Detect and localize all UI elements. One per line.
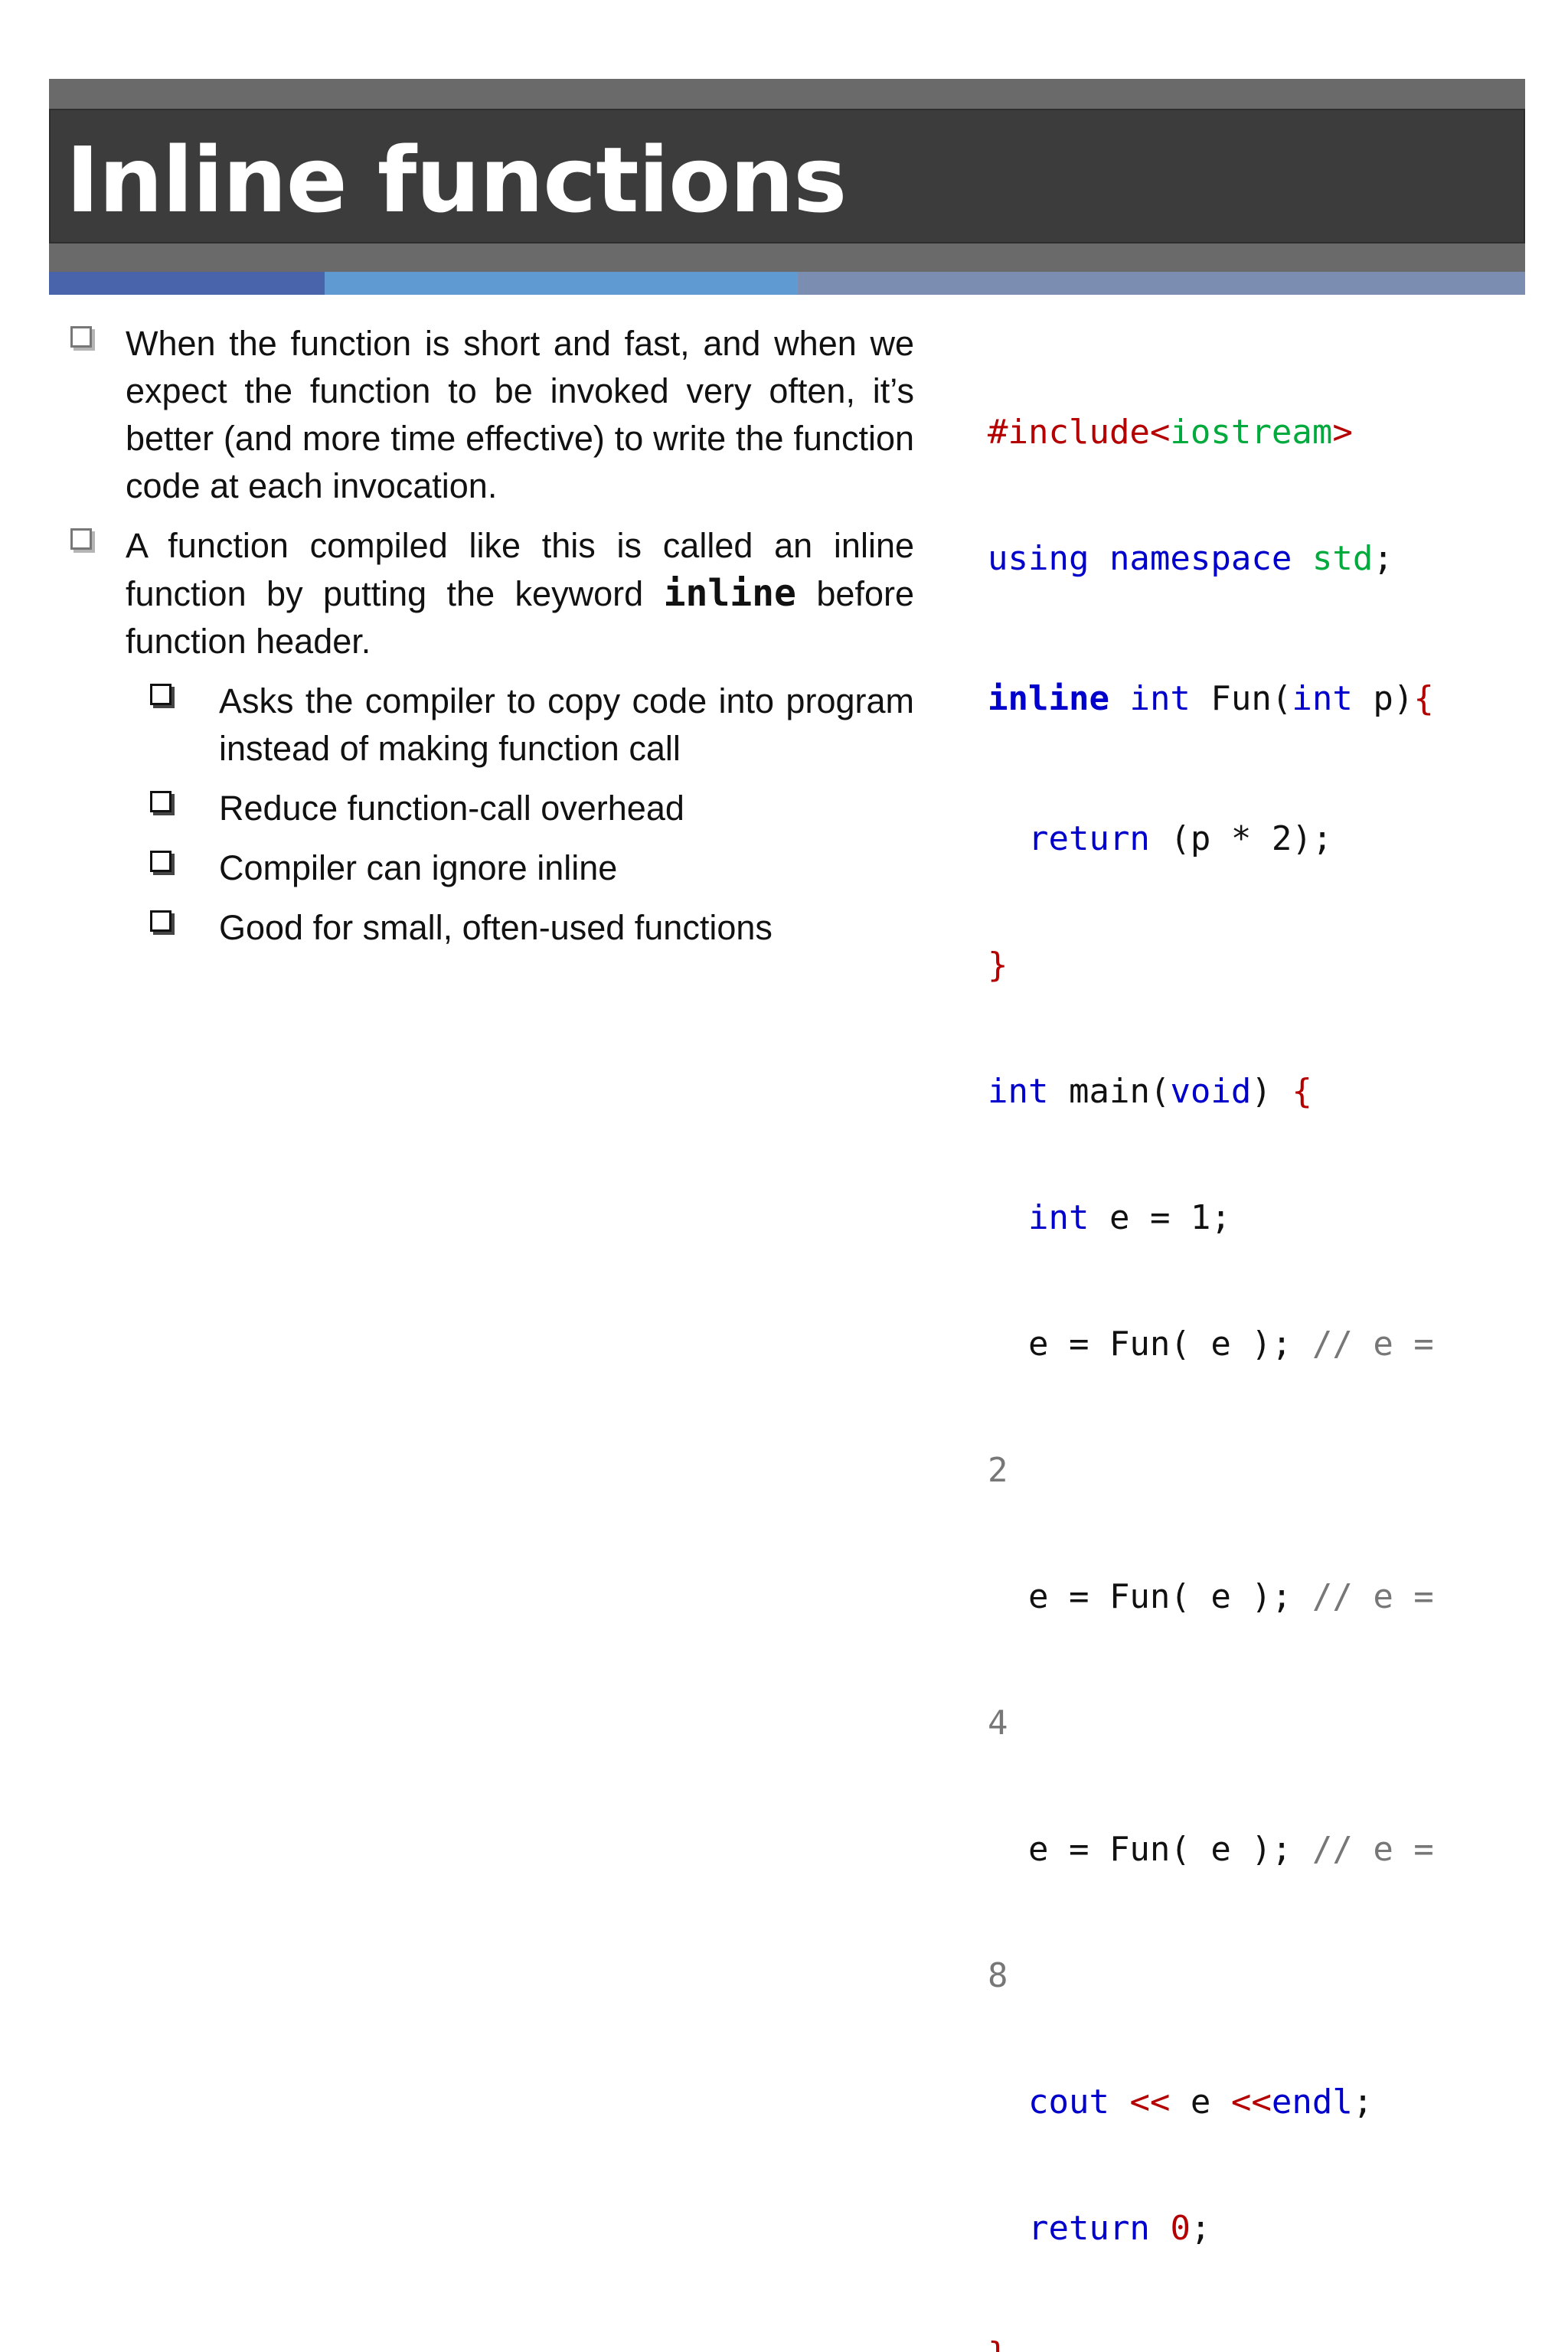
sub-bullet-item: Reduce function-call overhead	[147, 785, 914, 832]
checkbox-bullet-icon	[70, 326, 92, 348]
code-block: #include<iostream> using namespace std; …	[988, 327, 1539, 2352]
checkbox-bullet-icon	[150, 851, 172, 872]
sub-bullet-item: Asks the compiler to copy code into prog…	[147, 678, 914, 773]
code-keyword: int	[1292, 679, 1353, 718]
code-fun-name: Fun(	[1190, 679, 1292, 718]
accent-bar-right	[798, 272, 1525, 295]
code-semicolon: ;	[1373, 539, 1393, 578]
checkbox-bullet-icon	[150, 910, 172, 932]
code-line-include: #include<iostream>	[988, 411, 1539, 453]
code-brace: {	[1292, 1072, 1312, 1111]
code-line-using: using namespace std;	[988, 537, 1539, 580]
bullet-list: When the function is short and fast, and…	[67, 320, 914, 964]
accent-bar-left	[49, 272, 325, 295]
code-line-wrap: 4	[988, 1702, 1539, 1744]
code-brace: }	[988, 946, 1008, 985]
code-statement: e = Fun( e );	[988, 1577, 1312, 1616]
code-keyword: void	[1170, 1072, 1252, 1111]
code-param: p)	[1352, 679, 1414, 718]
code-paren: )	[1251, 1072, 1292, 1111]
slide-title: Inline functions	[66, 127, 847, 233]
code-line-return: return (p * 2);	[988, 818, 1539, 860]
code-keyword: using namespace	[988, 539, 1292, 578]
code-statement: e = Fun( e );	[988, 1830, 1312, 1869]
checkbox-bullet-icon	[70, 528, 92, 550]
code-keyword: int	[1027, 1198, 1089, 1237]
sub-bullet-item: Good for small, often-used functions	[147, 904, 914, 952]
sub-bullet-text: Good for small, often-used functions	[219, 908, 773, 947]
code-line-wrap: 2	[988, 1449, 1539, 1491]
code-keyword: return	[1027, 2209, 1150, 2248]
code-operator: <<	[1109, 2082, 1191, 2122]
inline-keyword: inline	[663, 572, 796, 615]
code-namespace: std	[1312, 539, 1374, 578]
code-angle: <	[1149, 413, 1171, 452]
code-brace: {	[1413, 679, 1434, 718]
code-keyword-inline: inline	[988, 679, 1109, 718]
code-line-return-main: return 0;	[988, 2207, 1539, 2249]
code-line-close: }	[988, 944, 1539, 986]
checkbox-bullet-icon	[150, 684, 172, 705]
code-brace: }	[988, 2335, 1008, 2352]
code-header: iostream	[1170, 413, 1333, 452]
code-line-cout: cout << e <<endl;	[988, 2081, 1539, 2123]
bullet-text: When the function is short and fast, and…	[126, 324, 914, 505]
code-line-call: e = Fun( e ); // e =	[988, 1576, 1539, 1618]
code-comment: // e =	[1312, 1830, 1434, 1869]
bullet-item: When the function is short and fast, and…	[67, 320, 914, 510]
code-keyword: cout	[1027, 2082, 1109, 2122]
code-comment: // e =	[1312, 1577, 1434, 1616]
checkbox-bullet-icon	[150, 791, 172, 812]
sub-bullet-text: Asks the compiler to copy code into prog…	[219, 681, 914, 768]
code-keyword: int	[1129, 679, 1191, 718]
code-line-call: e = Fun( e ); // e =	[988, 1828, 1539, 1870]
sub-bullet-text: Compiler can ignore inline	[219, 848, 618, 887]
code-keyword: endl	[1271, 2082, 1353, 2122]
sub-bullet-text: Reduce function-call overhead	[219, 789, 684, 828]
code-line-main: int main(void) {	[988, 1070, 1539, 1112]
code-keyword: return	[1027, 819, 1150, 858]
code-operator: <<	[1210, 2082, 1272, 2122]
code-variable: e	[1190, 2082, 1211, 2122]
accent-bar-middle	[325, 272, 798, 295]
code-line-fun-signature: inline int Fun(int p){	[988, 678, 1539, 720]
code-comment-wrap: 8	[988, 1956, 1008, 1995]
code-semicolon: ;	[1190, 2209, 1211, 2248]
code-semicolon: ;	[1352, 2082, 1374, 2122]
code-statement: e = Fun( e );	[988, 1325, 1312, 1364]
code-angle: >	[1332, 413, 1353, 452]
code-main-name: main(	[1048, 1072, 1171, 1111]
code-keyword: int	[988, 1072, 1049, 1111]
code-number: 0	[1170, 2209, 1191, 2248]
code-comment: // e =	[1312, 1325, 1434, 1364]
bullet-item: A function compiled like this is called …	[67, 522, 914, 665]
sub-bullet-item: Compiler can ignore inline	[147, 844, 914, 892]
code-line-wrap: 8	[988, 1955, 1539, 1997]
code-decl: e = 1;	[1089, 1198, 1231, 1237]
code-expr: (p * 2);	[1149, 819, 1333, 858]
code-line-call: e = Fun( e ); // e =	[988, 1323, 1539, 1365]
code-comment-wrap: 4	[988, 1704, 1008, 1743]
code-line-decl: int e = 1;	[988, 1197, 1539, 1239]
code-line-close: }	[988, 2334, 1539, 2352]
code-directive: #include	[988, 413, 1150, 452]
code-comment-wrap: 2	[988, 1451, 1008, 1490]
